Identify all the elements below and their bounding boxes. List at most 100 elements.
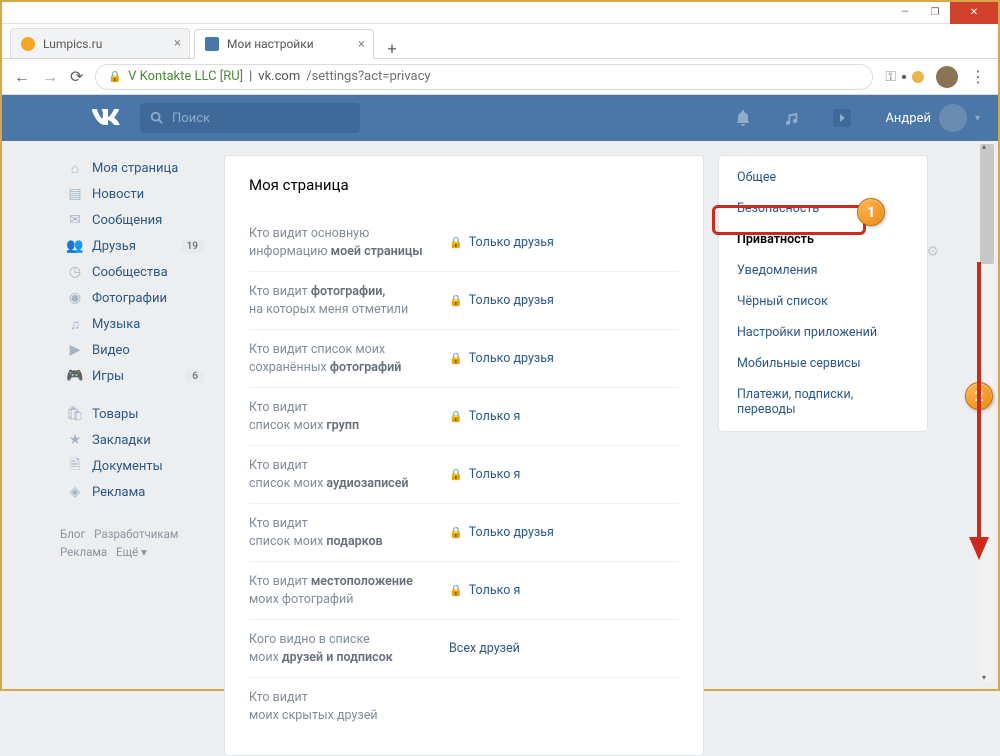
browser-toolbar: ← → ⟳ 🔒 V Kontakte LLC [RU] | vk.com /se… xyxy=(2,59,998,95)
sidebar-item-label: Игры xyxy=(92,369,124,384)
gear-icon[interactable]: ⚙ xyxy=(926,244,939,260)
sidebar-item-music[interactable]: ♫Музыка xyxy=(60,311,210,337)
settings-nav-mobile[interactable]: Мобильные сервисы xyxy=(719,348,927,379)
docs-icon: 🗎 xyxy=(66,454,84,478)
sidebar-item-docs[interactable]: 🗎 Документы xyxy=(60,453,210,479)
footer-ads-link[interactable]: Реклама xyxy=(60,545,107,559)
settings-nav-privacy[interactable]: Приватность xyxy=(719,224,927,255)
sidebar-item-label: Друзья xyxy=(92,239,136,254)
privacy-label: Кто видит основнуюинформацию моей страни… xyxy=(249,225,449,260)
password-key-icon[interactable]: ⚿ xyxy=(885,69,896,85)
privacy-value[interactable]: 🔒Только друзья xyxy=(449,235,554,250)
play-icon[interactable] xyxy=(833,109,851,127)
settings-nav-panel: Общее Безопасность Приватность Уведомлен… xyxy=(718,155,928,432)
privacy-label: Кто видит фотографии,на которых меня отм… xyxy=(249,283,449,318)
settings-nav-security[interactable]: Безопасность xyxy=(719,193,927,224)
username: Андрей xyxy=(885,111,931,126)
games-icon: 🎮 xyxy=(66,368,84,384)
sidebar-item-label: Реклама xyxy=(92,485,145,500)
privacy-value[interactable]: 🔒Только друзья xyxy=(449,351,554,366)
privacy-value[interactable]: Всех друзей xyxy=(449,641,520,656)
privacy-row: Кто видитсписок моих групп🔒Только я xyxy=(249,387,679,445)
user-avatar-icon xyxy=(939,104,967,132)
browser-tab-inactive[interactable]: Lumpics.ru × xyxy=(10,28,190,58)
notifications-icon[interactable] xyxy=(735,110,751,126)
sidebar-item-label: Музыка xyxy=(92,317,140,332)
sidebar-item-photos[interactable]: ◉Фотографии xyxy=(60,285,210,311)
new-tab-button[interactable]: + xyxy=(378,39,406,58)
sidebar-item-bookmarks[interactable]: ★Закладки xyxy=(60,427,210,453)
settings-nav-blacklist[interactable]: Чёрный список xyxy=(719,286,927,317)
settings-nav-apps[interactable]: Настройки приложений xyxy=(719,317,927,348)
privacy-value[interactable]: 🔒Только я xyxy=(449,583,520,598)
privacy-label: Кто видит список моихсохранённых фотогра… xyxy=(249,341,449,376)
privacy-row: Кого видно в спискемоих друзей и подписо… xyxy=(249,619,679,677)
privacy-value[interactable]: 🔒 Только друзья xyxy=(449,293,554,308)
scrollbar-thumb[interactable] xyxy=(980,144,994,264)
privacy-row: Кто видит основнуюинформацию моей страни… xyxy=(249,214,679,271)
footer-devs-link[interactable]: Разработчикам xyxy=(94,527,178,541)
privacy-label: Кто видитсписок моих подарков xyxy=(249,515,449,550)
lock-icon: 🔒 xyxy=(449,294,463,307)
privacy-value[interactable]: 🔒Только я xyxy=(449,409,520,424)
privacy-value[interactable]: 🔒Только я xyxy=(449,467,520,482)
forward-button[interactable]: → xyxy=(42,67,58,87)
tab-close-icon[interactable]: × xyxy=(174,36,181,51)
profile-avatar-icon[interactable] xyxy=(936,66,958,88)
tab-close-icon[interactable]: × xyxy=(358,37,365,52)
address-bar[interactable]: 🔒 V Kontakte LLC [RU] | vk.com /settings… xyxy=(95,64,873,90)
sidebar-item-my-page[interactable]: ⌂Моя страница xyxy=(60,155,210,181)
window-close-button[interactable]: ✕ xyxy=(950,2,998,24)
sidebar-item-messages[interactable]: ✉Сообщения xyxy=(60,207,210,233)
footer-blog-link[interactable]: Блог xyxy=(60,527,85,541)
bookmark-icon[interactable] xyxy=(902,75,906,79)
sidebar-item-ads[interactable]: ◈Реклама xyxy=(60,479,210,505)
message-icon: ✉ xyxy=(66,212,84,228)
sidebar-item-label: Документы xyxy=(92,459,163,474)
sidebar-item-communities[interactable]: ◷Сообщества xyxy=(60,259,210,285)
sidebar-item-games[interactable]: 🎮Игры6 xyxy=(60,363,210,389)
lock-icon: 🔒 xyxy=(449,584,463,597)
scroll-down-icon[interactable]: ▾ xyxy=(982,673,986,682)
window-maximize-button[interactable]: ❐ xyxy=(920,2,950,24)
music-player-icon[interactable] xyxy=(785,111,799,125)
privacy-row: Кто видитсписок моих подарков🔒Только дру… xyxy=(249,503,679,561)
reload-button[interactable]: ⟳ xyxy=(70,67,83,86)
privacy-value-text: Только друзья xyxy=(469,293,554,308)
lock-icon: 🔒 xyxy=(449,468,463,481)
user-menu[interactable]: Андрей ▾ xyxy=(885,104,980,132)
vk-logo-icon[interactable] xyxy=(92,109,120,127)
favicon-icon xyxy=(205,37,219,51)
browser-tab-active[interactable]: Мои настройки × xyxy=(194,29,374,59)
browser-menu-icon[interactable]: ⋮ xyxy=(970,67,986,86)
settings-nav-notifications[interactable]: Уведомления xyxy=(719,255,927,286)
sidebar-item-news[interactable]: ▤Новости xyxy=(60,181,210,207)
back-button[interactable]: ← xyxy=(14,67,30,87)
friends-icon: 👥 xyxy=(66,238,84,254)
sidebar: ⌂Моя страница ▤Новости ✉Сообщения 👥 Друзь… xyxy=(60,155,210,562)
settings-nav-general[interactable]: Общее xyxy=(719,162,927,193)
sidebar-item-label: Видео xyxy=(92,343,130,358)
footer-more-link[interactable]: Ещё ▾ xyxy=(116,545,147,559)
settings-nav-payments[interactable]: Платежи, подписки, переводы xyxy=(719,379,927,425)
browser-tabs-row: Lumpics.ru × Мои настройки × + xyxy=(2,24,998,59)
chevron-down-icon: ▾ xyxy=(975,113,980,124)
extension-icon[interactable] xyxy=(912,71,924,83)
sidebar-item-friends[interactable]: 👥Друзья19 xyxy=(60,233,210,259)
sidebar-item-video[interactable]: ▶Видео xyxy=(60,337,210,363)
sidebar-item-market[interactable]: 🛍Товары xyxy=(60,401,210,427)
scroll-up-icon[interactable]: ▴ xyxy=(982,142,986,151)
lock-icon: 🔒 xyxy=(108,70,122,83)
privacy-value[interactable]: 🔒Только друзья xyxy=(449,525,554,540)
section-title: Моя страница xyxy=(249,176,679,194)
privacy-label: Кто видитсписок моих групп xyxy=(249,399,449,434)
camera-icon: ◉ xyxy=(66,290,84,306)
window-titlebar: — ❐ ✕ xyxy=(2,2,998,24)
search-input[interactable]: Поиск xyxy=(140,103,360,133)
annotation-arrow-icon xyxy=(967,262,991,566)
lock-icon: 🔒 xyxy=(449,352,463,365)
window-minimize-button[interactable]: — xyxy=(890,2,920,24)
privacy-value-text: Только друзья xyxy=(469,525,554,540)
tab-title: Lumpics.ru xyxy=(43,37,102,51)
lock-icon: 🔒 xyxy=(449,410,463,423)
